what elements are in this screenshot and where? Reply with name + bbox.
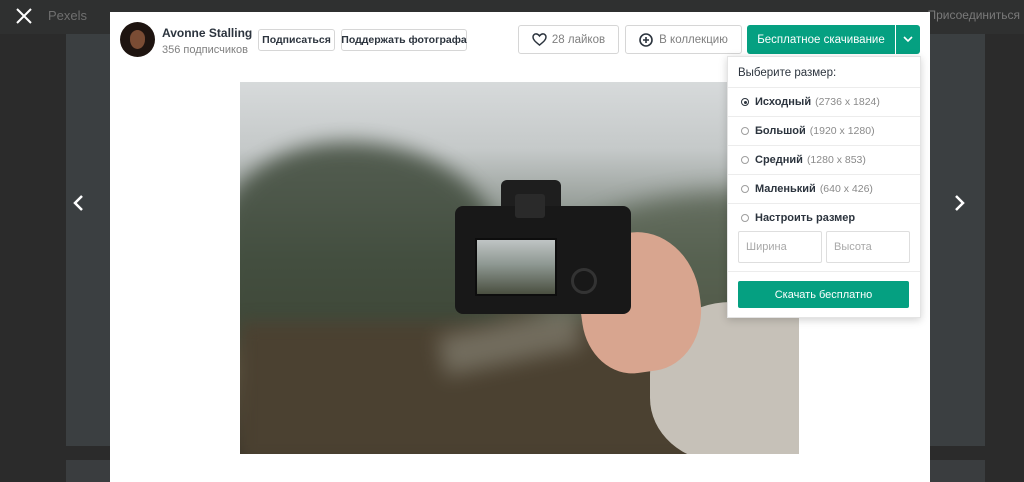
- author-name[interactable]: Avonne Stalling: [162, 26, 252, 40]
- background-card-left: [66, 34, 110, 446]
- previous-photo-button[interactable]: [66, 190, 90, 216]
- author-subscribers: 356 подписчиков: [162, 44, 248, 56]
- size-option-name: Средний: [755, 154, 803, 166]
- join-link: Присоединиться: [927, 8, 1020, 22]
- size-option-dims: (1280 x 853): [806, 154, 866, 166]
- donate-button[interactable]: Поддержать фотографа: [341, 29, 467, 51]
- size-option-name: Маленький: [755, 183, 816, 195]
- size-option-small[interactable]: Маленький (640 x 426): [728, 174, 920, 203]
- close-button[interactable]: [8, 2, 40, 30]
- custom-height-input[interactable]: [826, 231, 910, 263]
- size-option-dims: (2736 x 1824): [815, 96, 880, 108]
- chevron-down-icon: [903, 36, 913, 43]
- size-option-large[interactable]: Большой (1920 x 1280): [728, 116, 920, 145]
- plus-circle-icon: [639, 32, 653, 47]
- size-menu-title: Выберите размер:: [738, 67, 837, 79]
- chevron-right-icon: [955, 195, 965, 211]
- download-size-toggle[interactable]: [896, 25, 920, 54]
- close-icon: [16, 8, 32, 24]
- size-option-name: Исходный: [755, 96, 812, 108]
- chevron-left-icon: [73, 195, 83, 211]
- photo-camera: [455, 180, 631, 318]
- like-button[interactable]: 28 лайков: [518, 25, 619, 54]
- background-card-bottom-right: [930, 460, 985, 482]
- size-option-dims: (640 x 426): [819, 183, 873, 195]
- divider: [728, 271, 920, 272]
- background-card-right: [930, 34, 985, 446]
- custom-width-input[interactable]: [738, 231, 822, 263]
- collection-label: В коллекцию: [659, 33, 728, 46]
- heart-icon: [532, 33, 547, 46]
- author-avatar[interactable]: [120, 22, 155, 57]
- download-free-button[interactable]: Скачать бесплатно: [738, 281, 909, 308]
- add-to-collection-button[interactable]: В коллекцию: [625, 25, 742, 54]
- size-option-dims: (1920 x 1280): [809, 125, 875, 137]
- next-photo-button[interactable]: [948, 190, 972, 216]
- size-option-name: Большой: [755, 125, 806, 137]
- background-card-bottom-left: [66, 460, 110, 482]
- size-option-original[interactable]: Исходный (2736 x 1824): [728, 87, 920, 116]
- radio-icon[interactable]: [741, 214, 749, 222]
- site-logo: Pexels: [48, 8, 88, 23]
- main-photo[interactable]: [240, 82, 799, 454]
- radio-icon[interactable]: [741, 156, 749, 164]
- size-option-custom[interactable]: Настроить размер: [728, 203, 920, 232]
- like-count: 28 лайков: [551, 33, 606, 46]
- radio-icon[interactable]: [741, 185, 749, 193]
- radio-icon[interactable]: [741, 127, 749, 135]
- size-option-medium[interactable]: Средний (1280 x 853): [728, 145, 920, 174]
- size-option-name: Настроить размер: [755, 212, 856, 224]
- free-download-button[interactable]: Бесплатное скачивание: [747, 25, 895, 54]
- download-size-menu: Выберите размер: Исходный (2736 x 1824) …: [727, 56, 921, 318]
- radio-selected-icon[interactable]: [741, 98, 749, 106]
- subscribe-button[interactable]: Подписаться: [258, 29, 335, 51]
